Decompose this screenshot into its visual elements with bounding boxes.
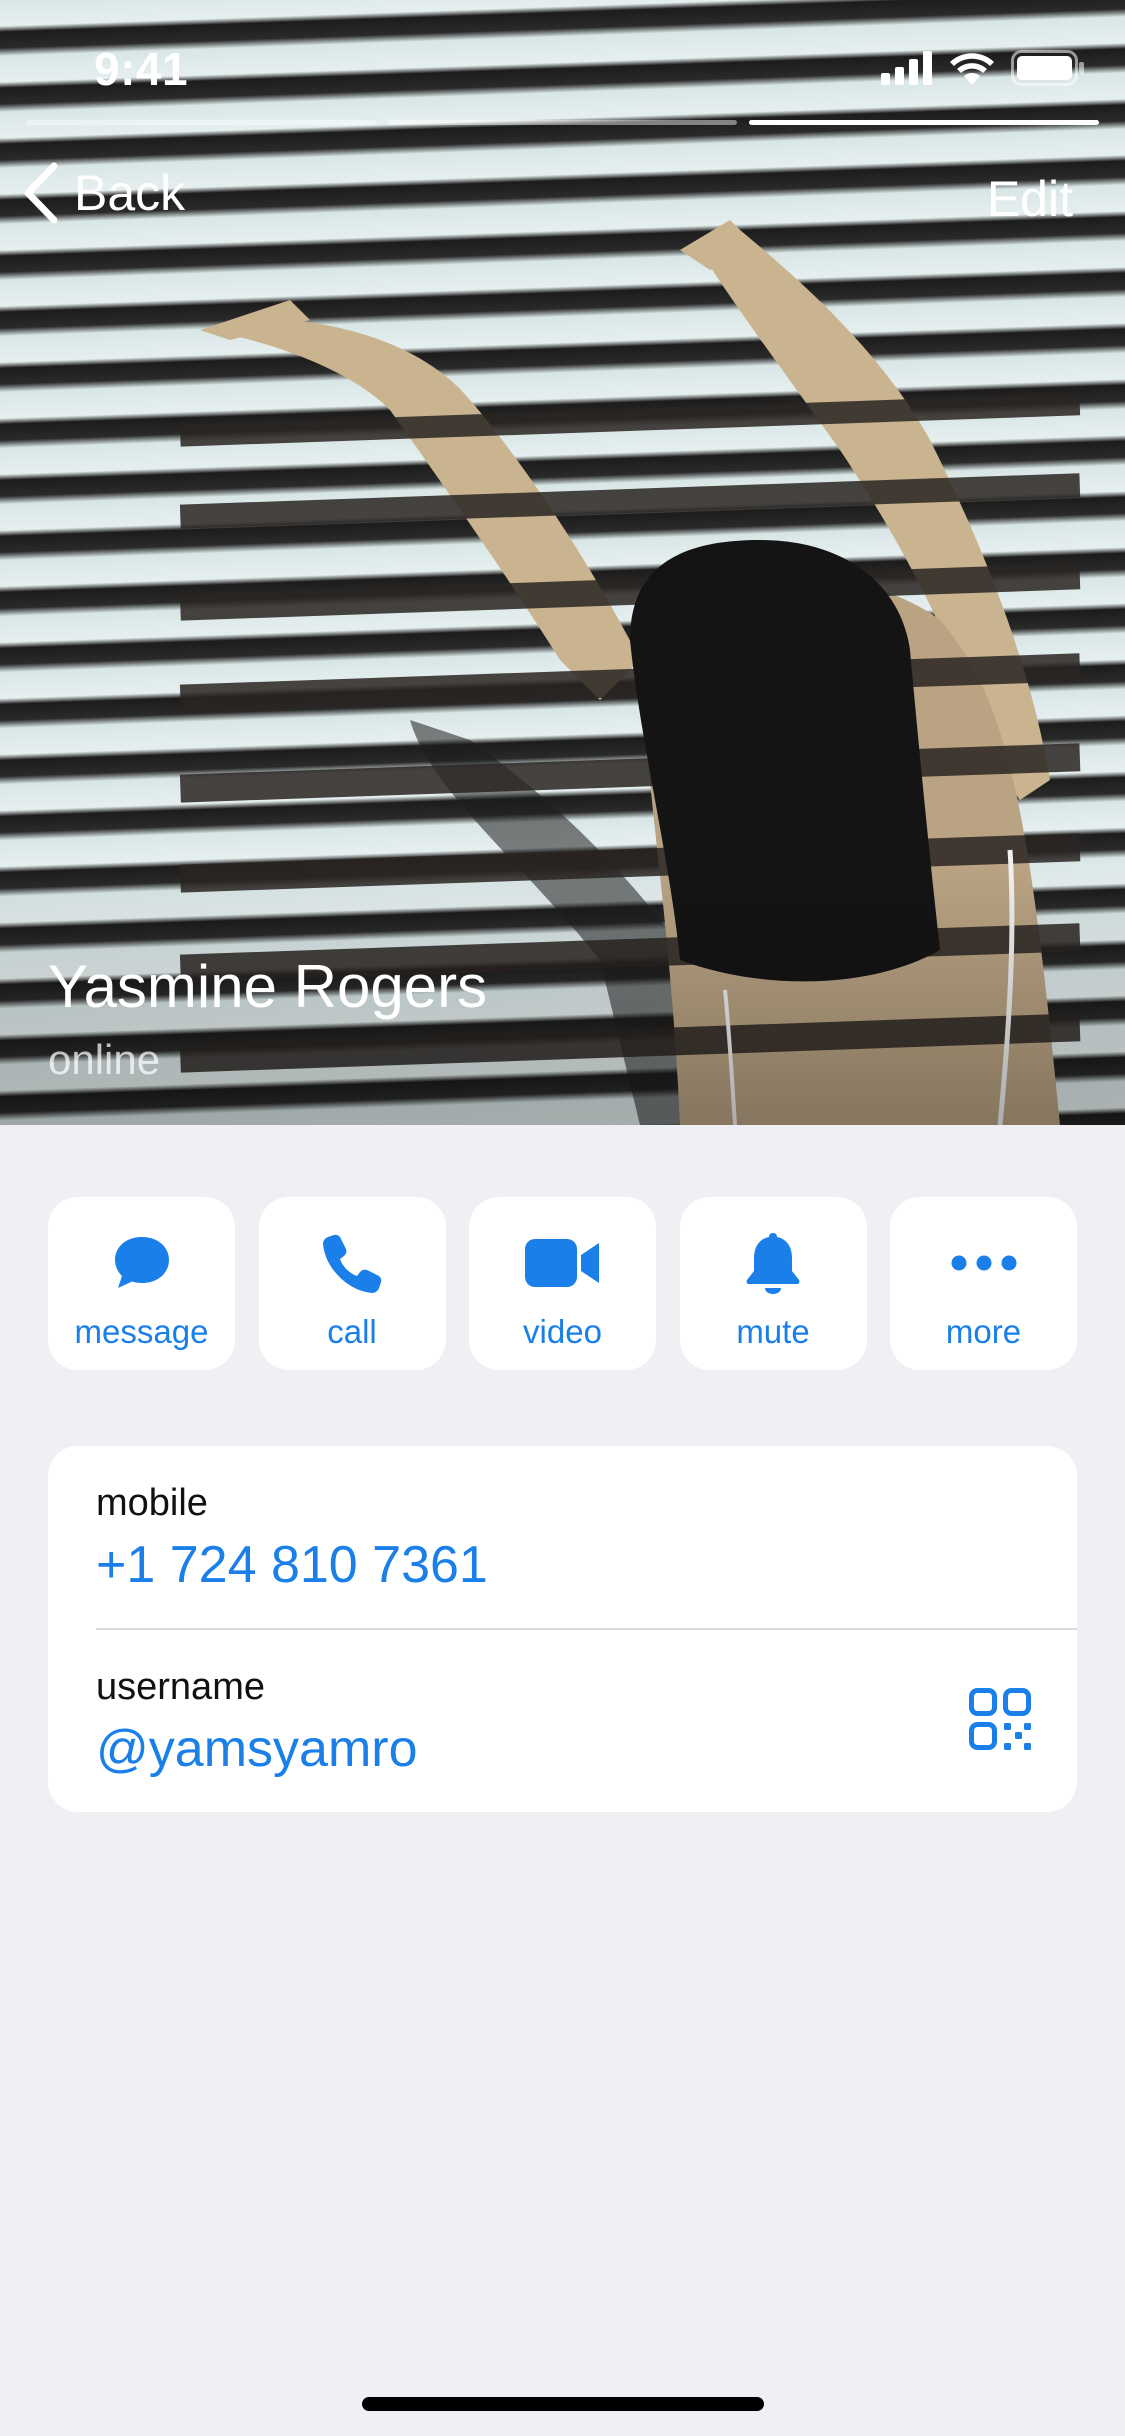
back-label: Back: [74, 165, 186, 221]
mute-label: mute: [736, 1313, 810, 1350]
mobile-label: mobile: [96, 1482, 208, 1524]
username-row[interactable]: username @yamsyamro: [96, 1666, 1077, 1779]
story-segment: [387, 120, 738, 125]
chat-bubble-icon: [114, 1237, 169, 1288]
battery-icon: [1011, 50, 1084, 86]
qr-code-button[interactable]: [969, 1688, 1031, 1750]
mobile-row[interactable]: mobile +1 724 810 7361: [96, 1482, 1077, 1595]
divider: [96, 1628, 1077, 1630]
phone-icon: [323, 1234, 382, 1293]
message-button[interactable]: message: [48, 1197, 235, 1370]
contact-status: online: [48, 1036, 161, 1083]
more-label: more: [945, 1313, 1022, 1350]
cellular-signal-icon: [881, 51, 932, 85]
action-buttons: message call video mute more: [48, 1197, 1077, 1370]
status-icons: [881, 50, 1085, 86]
mobile-number[interactable]: +1 724 810 7361: [96, 1535, 1077, 1595]
story-segment-active: [749, 120, 1100, 125]
more-button[interactable]: more: [890, 1197, 1077, 1370]
home-indicator[interactable]: [362, 2397, 764, 2411]
mute-button[interactable]: mute: [679, 1197, 867, 1370]
contact-name: Yasmine Rogers: [48, 953, 488, 1020]
back-button[interactable]: Back: [22, 162, 185, 224]
call-label: call: [327, 1313, 377, 1350]
profile-photo[interactable]: 9:41 Back Edit Yasmine Rogers online: [0, 0, 1125, 1125]
bell-icon: [746, 1233, 800, 1294]
video-camera-icon: [524, 1239, 599, 1287]
edit-button[interactable]: Edit: [987, 170, 1073, 228]
video-button[interactable]: video: [469, 1197, 656, 1370]
wifi-icon: [950, 53, 994, 85]
video-label: video: [523, 1313, 602, 1350]
story-segment: [26, 120, 376, 125]
contact-profile-screen: 9:41 Back Edit Yasmine Rogers online mes…: [0, 0, 1125, 2436]
message-label: message: [74, 1313, 209, 1350]
status-time: 9:41: [94, 43, 189, 95]
username-label: username: [96, 1666, 265, 1708]
story-progress: [26, 120, 1100, 125]
username-value[interactable]: @yamsyamro: [96, 1719, 1077, 1779]
contact-info-card: mobile +1 724 810 7361 username @yamsyam…: [48, 1446, 1077, 1812]
ellipsis-icon: [951, 1255, 1016, 1271]
call-button[interactable]: call: [258, 1197, 446, 1370]
qr-code-icon: [969, 1688, 1031, 1750]
chevron-left-icon: [24, 162, 58, 224]
